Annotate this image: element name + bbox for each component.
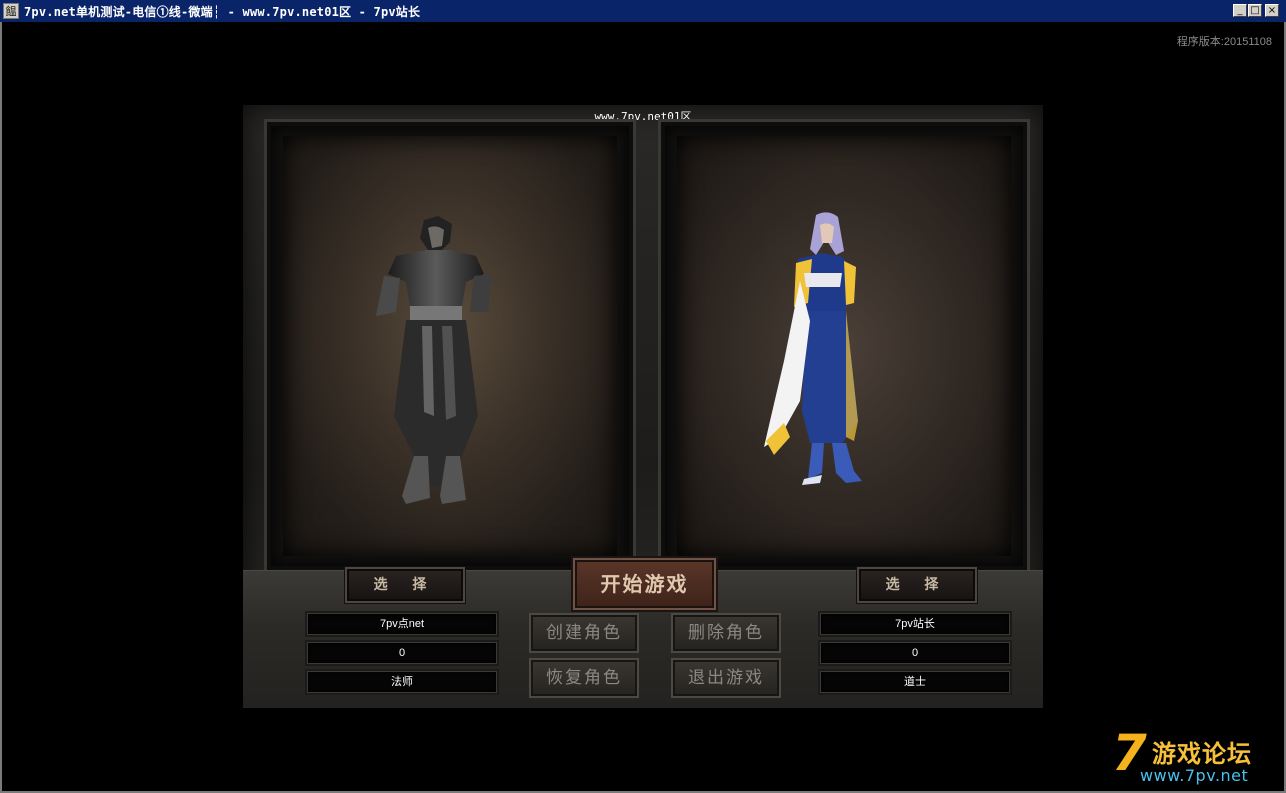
- right-character-level: 0: [820, 642, 1010, 664]
- character-slot-left[interactable]: [267, 122, 633, 570]
- character-select-panel: www.7pv.net01区 选 择 选 择 开始游戏 创建角色 删除角色 恢复…: [243, 105, 1043, 708]
- minimize-icon[interactable]: _: [1233, 4, 1247, 17]
- delete-character-button[interactable]: 删除角色: [671, 613, 781, 653]
- right-character-class-text: 道士: [904, 676, 926, 688]
- left-character-name-text: 7pv点net: [379, 618, 425, 630]
- right-character-name: 7pv站长: [820, 613, 1010, 635]
- version-label: 程序版本:20151108: [1176, 36, 1272, 48]
- site-watermark: 7 游戏论坛 www.7pv.net: [1112, 724, 1272, 788]
- left-character-level-text: 0: [398, 647, 406, 659]
- right-character-class: 道士: [820, 671, 1010, 693]
- left-character-class-text: 法师: [391, 676, 413, 688]
- restore-character-button[interactable]: 恢复角色: [529, 658, 639, 698]
- create-character-button[interactable]: 创建角色: [529, 613, 639, 653]
- window-title: 7pv.net单机测试-电信①线-微端┆ - www.7pv.net01区 - …: [24, 5, 421, 19]
- watermark-text: 游戏论坛: [1152, 740, 1252, 768]
- left-character-class: 法师: [307, 671, 497, 693]
- maximize-icon[interactable]: □: [1248, 4, 1262, 17]
- character-left-figure: [376, 216, 492, 504]
- right-character-level-text: 0: [911, 647, 919, 659]
- watermark-url: www.7pv.net: [1140, 766, 1249, 785]
- exit-game-button[interactable]: 退出游戏: [671, 658, 781, 698]
- left-character-level: 0: [307, 642, 497, 664]
- select-right-button[interactable]: 选 择: [857, 567, 977, 603]
- start-game-button[interactable]: 开始游戏: [573, 558, 716, 610]
- character-slot-right[interactable]: [661, 122, 1027, 570]
- select-left-button[interactable]: 选 择: [345, 567, 465, 603]
- close-icon[interactable]: ×: [1265, 4, 1279, 17]
- right-character-name-text: 7pv站长: [895, 618, 935, 630]
- app-icon[interactable]: 饂: [3, 3, 19, 19]
- window-titlebar[interactable]: 饂 7pv.net单机测试-电信①线-微端┆ - www.7pv.net01区 …: [0, 0, 1286, 22]
- character-right-figure: [764, 212, 862, 485]
- left-character-name: 7pv点net: [307, 613, 497, 635]
